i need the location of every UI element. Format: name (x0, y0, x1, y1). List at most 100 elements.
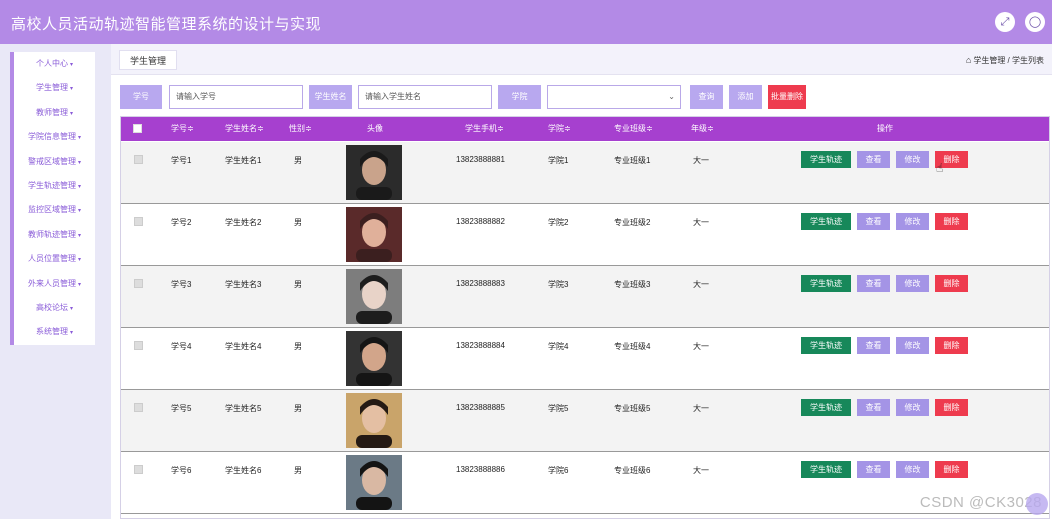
view-button[interactable]: 查看 (857, 399, 890, 416)
edit-button[interactable]: 修改 (896, 213, 929, 230)
edit-button[interactable]: 修改 (896, 275, 929, 292)
sidebar-item-person-location[interactable]: 人员位置管理 ▾ (14, 247, 95, 271)
expand-icon[interactable]: ⤢ (995, 12, 1015, 32)
header-actions: 操作 (877, 124, 893, 133)
header-student-id[interactable]: 学号≑ (171, 117, 194, 141)
delete-button[interactable]: 删除 (935, 213, 968, 230)
header-college[interactable]: 学院≑ (548, 117, 571, 141)
table-row: 学号4 学生姓名4 男 13823888884 学院4 专业班级4 大一 学生轨迹 查看 修改 删除 (121, 328, 1049, 390)
college-label: 学院 (498, 85, 541, 109)
delete-button[interactable]: 删除 (935, 275, 968, 292)
cell-student-name: 学生姓名6 (225, 466, 262, 475)
row-checkbox[interactable] (134, 341, 143, 350)
cell-class: 专业班级2 (614, 218, 651, 227)
view-button[interactable]: 查看 (857, 151, 890, 168)
caret-down-icon: ▾ (69, 305, 73, 312)
sidebar-item-visitor[interactable]: 外来人员管理 ▾ (14, 272, 95, 296)
college-select[interactable]: ⌄ (547, 85, 681, 109)
cell-student-id: 学号6 (171, 466, 192, 475)
header-grade[interactable]: 年级≑ (691, 117, 714, 141)
row-checkbox[interactable] (134, 465, 143, 474)
sidebar-item-college-info[interactable]: 学院信息管理 ▾ (14, 125, 95, 149)
header-gender[interactable]: 性别≑ (289, 117, 312, 141)
student-name-label: 学生姓名 (309, 85, 352, 109)
sidebar-item-teacher-management[interactable]: 教师管理 ▾ (14, 101, 95, 125)
home-icon[interactable]: ⌂ (966, 55, 971, 65)
sidebar-item-personal-center[interactable]: 个人中心 ▾ (14, 52, 95, 76)
cell-grade: 大一 (693, 466, 709, 475)
cell-student-id: 学号1 (171, 156, 192, 165)
edit-button[interactable]: 修改 (896, 399, 929, 416)
select-all-checkbox[interactable] (133, 124, 142, 133)
cell-class: 专业班级5 (614, 404, 651, 413)
table-row: 学号5 学生姓名5 男 13823888885 学院5 专业班级5 大一 学生轨迹 查看 修改 删除 (121, 390, 1049, 452)
caret-down-icon: ▾ (77, 257, 81, 264)
row-checkbox[interactable] (134, 217, 143, 226)
avatar-photo (346, 207, 402, 262)
edit-button[interactable]: 修改 (896, 151, 929, 168)
student-name-input[interactable]: 请输入学生姓名 (358, 85, 492, 109)
cell-student-name: 学生姓名3 (225, 280, 262, 289)
header-phone[interactable]: 学生手机≑ (465, 117, 504, 141)
cell-gender: 男 (294, 218, 302, 227)
caret-down-icon: ▾ (77, 232, 81, 239)
add-button[interactable]: 添加 (729, 85, 762, 109)
sidebar-item-student-management[interactable]: 学生管理 ▾ (14, 76, 95, 100)
table-header: 学号≑ 学生姓名≑ 性别≑ 头像 学生手机≑ 学院≑ 专业班级≑ 年级≑ 操作 (121, 117, 1049, 141)
student-track-button[interactable]: 学生轨迹 (801, 399, 851, 416)
avatar (346, 145, 402, 200)
tab-student-management[interactable]: 学生管理 (119, 50, 178, 70)
edit-button[interactable]: 修改 (896, 337, 929, 354)
delete-button[interactable]: 删除 (935, 461, 968, 478)
student-track-button[interactable]: 学生轨迹 (801, 213, 851, 230)
cell-college: 学院4 (548, 342, 569, 351)
caret-down-icon: ▾ (69, 62, 73, 68)
row-checkbox[interactable] (134, 279, 143, 288)
cell-class: 专业班级3 (614, 280, 651, 289)
cell-gender: 男 (294, 342, 302, 351)
student-track-button[interactable]: 学生轨迹 (801, 337, 851, 354)
sidebar-item-forum[interactable]: 高校论坛 ▾ (14, 296, 95, 320)
avatar-photo (346, 145, 402, 200)
avatar-photo (346, 269, 402, 324)
student-id-input[interactable]: 请输入学号 (169, 85, 303, 109)
view-button[interactable]: 查看 (857, 461, 890, 478)
caret-down-icon: ▾ (77, 135, 81, 142)
user-icon[interactable]: ◯ (1025, 12, 1045, 32)
cell-student-name: 学生姓名4 (225, 342, 262, 351)
edit-button[interactable]: 修改 (896, 461, 929, 478)
sidebar-item-monitor-zone[interactable]: 监控区域管理 ▾ (14, 198, 95, 222)
query-button[interactable]: 查询 (690, 85, 723, 109)
sidebar-item-teacher-track[interactable]: 教师轨迹管理 ▾ (14, 223, 95, 247)
delete-button[interactable]: 删除 (935, 337, 968, 354)
breadcrumb-level1[interactable]: 学生管理 (973, 56, 1005, 65)
sidebar-item-system[interactable]: 系统管理 ▾ (14, 320, 95, 344)
view-button[interactable]: 查看 (857, 213, 890, 230)
caret-down-icon: ▾ (77, 183, 81, 190)
student-track-button[interactable]: 学生轨迹 (801, 275, 851, 292)
cell-student-id: 学号5 (171, 404, 192, 413)
delete-button[interactable]: 删除 (935, 399, 968, 416)
row-checkbox[interactable] (134, 403, 143, 412)
avatar (346, 331, 402, 386)
floating-action-button[interactable] (1026, 493, 1048, 515)
cell-grade: 大一 (693, 156, 709, 165)
student-track-button[interactable]: 学生轨迹 (801, 151, 851, 168)
batch-delete-button[interactable]: 批量删除 (768, 85, 806, 109)
student-track-button[interactable]: 学生轨迹 (801, 461, 851, 478)
caret-down-icon: ▾ (77, 281, 81, 288)
breadcrumb-level2: 学生列表 (1012, 56, 1044, 65)
cell-student-id: 学号2 (171, 218, 192, 227)
cell-phone: 13823888886 (456, 465, 505, 474)
sidebar-item-alert-zone[interactable]: 警戒区域管理 ▾ (14, 150, 95, 174)
view-button[interactable]: 查看 (857, 275, 890, 292)
view-button[interactable]: 查看 (857, 337, 890, 354)
cell-phone: 13823888885 (456, 403, 505, 412)
cell-phone: 13823888882 (456, 217, 505, 226)
row-checkbox[interactable] (134, 155, 143, 164)
sidebar-item-student-track[interactable]: 学生轨迹管理 ▾ (14, 174, 95, 198)
header-class[interactable]: 专业班级≑ (614, 117, 653, 141)
student-table: 学号≑ 学生姓名≑ 性别≑ 头像 学生手机≑ 学院≑ 专业班级≑ 年级≑ 操作 … (120, 116, 1050, 519)
cell-gender: 男 (294, 156, 302, 165)
header-student-name[interactable]: 学生姓名≑ (225, 117, 264, 141)
